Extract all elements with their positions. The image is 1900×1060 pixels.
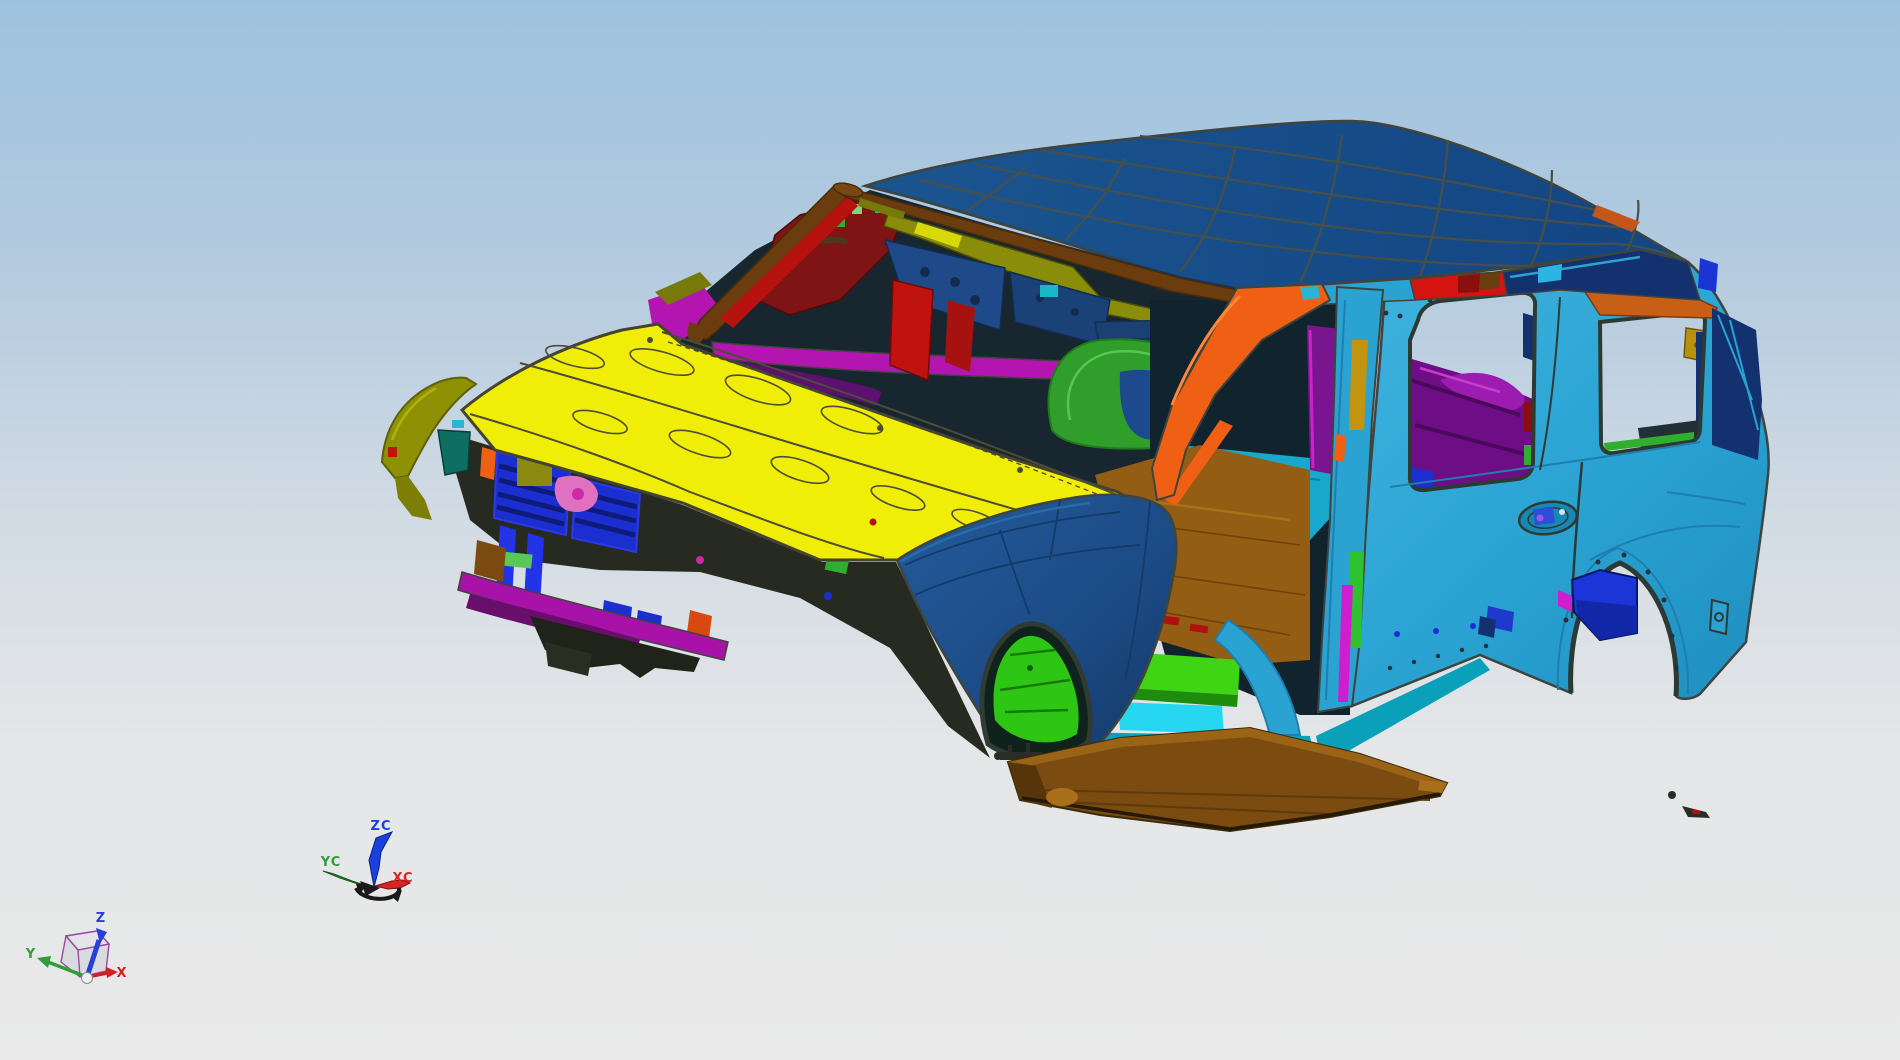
loose-bracket-parts (1668, 791, 1710, 818)
scene-canvas: ZC YC XC Z Y X (25, 119, 1770, 984)
wcs-x-label: XC (392, 871, 413, 886)
abs-y-label: Y (25, 947, 36, 962)
wcs-z-label: ZC (371, 819, 392, 834)
wcs-y-label: YC (320, 855, 342, 870)
cad-graphics-viewport[interactable]: ZC YC XC Z Y X (0, 0, 1900, 1060)
car-body-model[interactable] (380, 119, 1770, 833)
wcs-z-axis-arrow[interactable] (368, 831, 394, 888)
wcs-triad[interactable]: ZC YC XC (320, 819, 414, 902)
abs-x-label: X (116, 966, 127, 981)
absolute-csys-triad[interactable]: Z Y X (25, 911, 128, 984)
abs-csys-origin-ball[interactable] (81, 972, 93, 984)
abs-z-label: Z (96, 911, 106, 926)
